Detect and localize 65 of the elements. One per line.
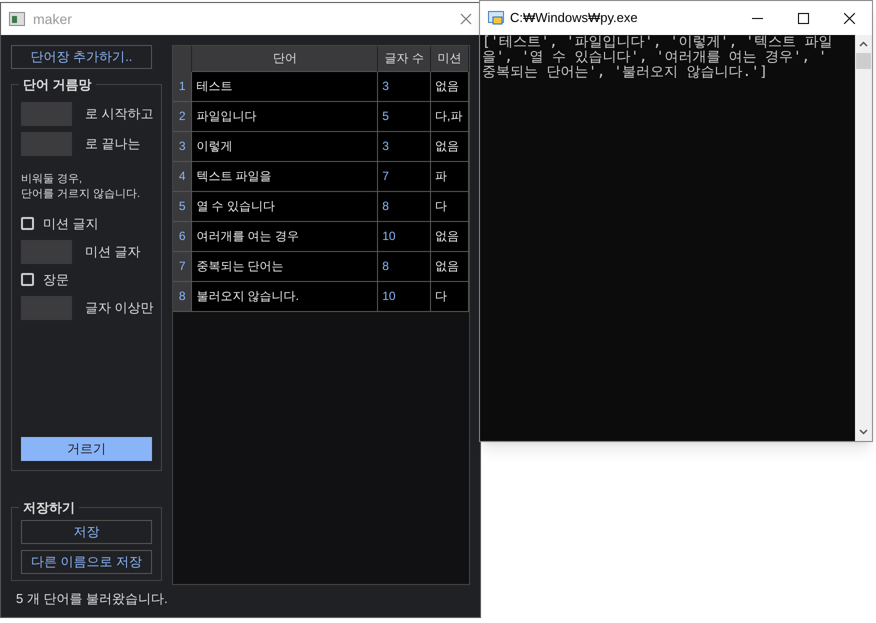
table-cell: 3 [378,131,430,161]
scrollbar-thumb[interactable] [856,53,871,69]
text-input-field[interactable] [21,296,72,320]
table-cell: 불러오지 않습니다. [192,281,378,311]
table-cell: 파일입니다 [192,101,378,131]
close-icon[interactable] [460,13,472,25]
scroll-down-icon[interactable] [859,429,868,435]
row-number: 1 [173,71,192,101]
scrollbar[interactable] [855,35,872,441]
table-cell: 10 [378,221,430,251]
scroll-up-icon[interactable] [859,41,868,47]
table-cell: 7 [378,161,430,191]
checkbox-label: 미션 글지 [43,214,99,233]
text-input-field[interactable] [21,132,72,156]
add-wordbook-button[interactable]: 단어장 추가하기.. [11,45,152,69]
row-number: 5 [173,191,192,221]
table-cell: 텍스트 파일을 [192,161,378,191]
status-text: 5 개 단어를 불러왔습니다. [15,590,169,608]
row-number: 4 [173,161,192,191]
column-header: 미션 [430,46,468,71]
table-cell: 파 [430,161,468,191]
field-label: 로 끝나는 [85,134,141,153]
table-cell: 다 [430,191,468,221]
table-cell: 테스트 [192,71,378,101]
table-cell: 3 [378,71,430,101]
console-output-line: 중복되는 단어는', '불러오지 않습니다.'] [482,65,769,80]
window-title: maker [33,10,73,28]
row-number: 7 [173,251,192,281]
field-label: 로 시작하고 [85,104,154,123]
column-header: 글자 수 [378,46,430,71]
save-button[interactable]: 저장 [21,520,152,544]
checkbox[interactable] [21,273,34,286]
window-title: C:₩Windows₩py.exe [510,9,639,28]
table-cell: 8 [378,251,430,281]
filter-button[interactable]: 거르기 [21,437,152,461]
console-output-line: ['테스트', '파일입니다', '이렇게', '텍스트 파일 [482,35,834,50]
field-label: 미션 글자 [85,242,141,261]
save-button[interactable]: 다른 이름으로 저장 [21,550,152,574]
table-cell: 여러개를 여는 경우 [192,221,378,251]
checkbox-label: 장문 [43,270,69,289]
text-input-field[interactable] [21,102,72,126]
column-header: 단어 [192,46,378,71]
table-cell: 다 [430,281,468,311]
table-cell: 다,파 [430,101,468,131]
table-cell: 5 [378,101,430,131]
checkbox[interactable] [21,217,34,230]
hint-text: 비워둘 경우, 단어를 거르지 않습니다. [21,172,142,202]
table-cell: 열 수 있습니다 [192,191,378,221]
text-input-field[interactable] [21,240,72,264]
table-cell: 8 [378,191,430,221]
row-number: 8 [173,281,192,311]
table-cell: 10 [378,281,430,311]
row-number: 6 [173,221,192,251]
table-cell: 중복되는 단어는 [192,251,378,281]
app-icon [9,12,25,26]
console-output-line: 을', '열 수 있습니다', '여러개를 여는 경우', ' [482,50,828,65]
table-cell: 없음 [430,131,468,161]
row-number: 2 [173,101,192,131]
table-cell: 없음 [430,221,468,251]
table-cell: 없음 [430,251,468,281]
row-number: 3 [173,131,192,161]
table-cell: 이렇게 [192,131,378,161]
terminal-icon [488,11,504,25]
table-cell: 없음 [430,71,468,101]
field-label: 글자 이상만 [85,298,154,317]
